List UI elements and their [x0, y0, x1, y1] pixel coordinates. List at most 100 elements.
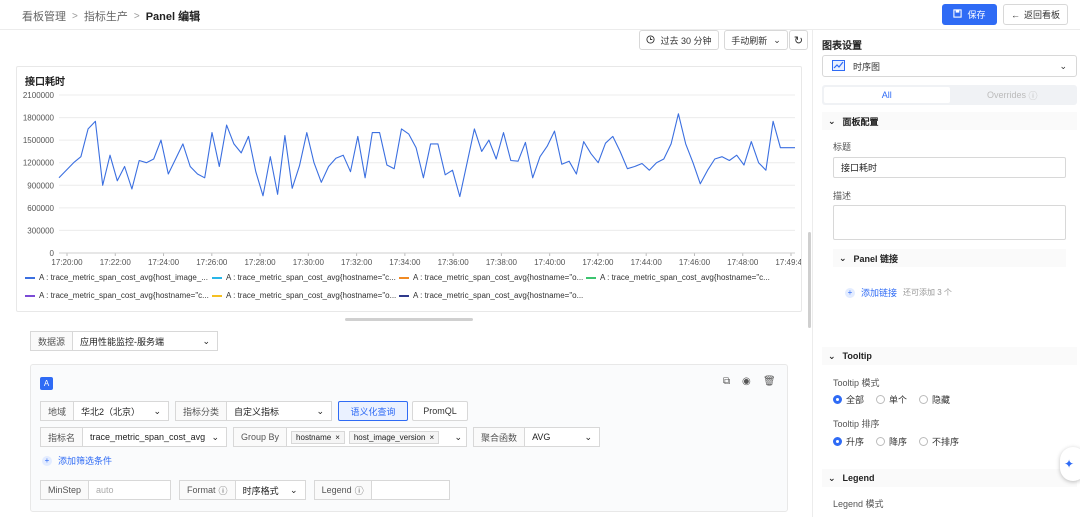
plus-icon: +	[845, 287, 855, 298]
radio-tooltip-all[interactable]: 全部	[833, 393, 864, 406]
minstep-input[interactable]: auto	[89, 480, 172, 500]
y-tick-label: 900000	[27, 181, 54, 190]
section-panel-link[interactable]: ⌄ Panel 链接	[833, 249, 1066, 267]
chevron-down-icon: ⌄	[828, 472, 836, 483]
x-tick-label: 17:44:00	[631, 258, 663, 267]
radio-tooltip-hidden[interactable]: 隐藏	[919, 393, 950, 406]
format-select[interactable]: 时序格式 ⌄	[235, 480, 306, 500]
legend-item[interactable]: A : trace_metric_span_cost_avg{hostname=…	[586, 273, 773, 282]
x-tick-label: 17:49:42	[775, 258, 801, 267]
y-tick-label: 1800000	[23, 114, 55, 123]
tooltip-sort-radios: 升序 降序 不排序	[833, 435, 959, 448]
help-icon[interactable]: ⓘ	[355, 484, 364, 497]
legend-item[interactable]: A : trace_metric_span_cost_avg{hostname=…	[399, 291, 586, 300]
chevron-down-icon: ⌄	[454, 431, 463, 442]
legend-swatch	[399, 276, 409, 279]
radio-sort-desc[interactable]: 降序	[876, 435, 907, 448]
radio-sort-asc[interactable]: 升序	[833, 435, 864, 448]
line-chart[interactable]: 0 300000 600000 900000 1200000 1500000 1800000…	[17, 85, 801, 270]
help-icon[interactable]: ⓘ	[219, 484, 228, 497]
breadcrumb-item-metrics[interactable]: 指标生产	[84, 8, 128, 24]
sparkle-icon: ✦	[1064, 457, 1075, 471]
copy-icon[interactable]: ⧉	[723, 376, 730, 387]
eye-icon[interactable]: ◉	[742, 376, 751, 387]
description-textarea[interactable]	[833, 205, 1066, 240]
y-tick-label: 1200000	[23, 159, 55, 168]
save-icon	[953, 9, 963, 20]
chevron-down-icon: ⌄	[153, 405, 162, 416]
legend-input[interactable]	[371, 480, 450, 500]
scrollbar[interactable]	[808, 232, 811, 328]
chart-type-value: 时序图	[853, 61, 881, 72]
x-tick-label: 17:42:00	[582, 258, 614, 267]
y-tick-label: 1500000	[23, 136, 55, 145]
promql-button[interactable]: PromQL	[412, 401, 469, 421]
settings-tabs: All Overrides ⓘ	[822, 85, 1077, 105]
groupby-tag-label: hostname	[296, 432, 332, 442]
chevron-down-icon: ⌄	[316, 405, 325, 416]
section-panel-link-label: Panel 链接	[853, 253, 899, 264]
semantic-query-button[interactable]: 语义化查询	[338, 401, 409, 421]
legend-swatch	[399, 294, 409, 297]
section-legend[interactable]: ⌄ Legend	[822, 469, 1077, 487]
tab-all[interactable]: All	[824, 87, 950, 103]
groupby-tag: hostname ×	[291, 430, 345, 444]
legend-item[interactable]: A : trace_metric_span_cost_avg{hostname=…	[212, 291, 399, 300]
legend-item[interactable]: A : trace_metric_span_cost_avg{hostname=…	[25, 291, 212, 300]
chevron-down-icon: ⌄	[584, 431, 593, 442]
refresh-mode-select[interactable]: 手动刷新 ⌄	[724, 30, 788, 50]
tooltip-mode-label: Tooltip 模式	[833, 378, 880, 388]
title-input[interactable]: 接口耗时	[833, 157, 1066, 178]
aggregation-label: 聚合函数	[473, 427, 526, 447]
chevron-down-icon: ⌄	[773, 34, 781, 45]
x-tick-label: 17:36:00	[438, 258, 470, 267]
legend-label: A : trace_metric_span_cost_avg{hostname=…	[226, 291, 397, 300]
save-button[interactable]: 保存	[942, 4, 997, 25]
trash-icon[interactable]: 🗑	[763, 376, 776, 387]
chevron-down-icon: ⌄	[202, 335, 211, 346]
chart-type-select[interactable]: 时序图 ⌄	[822, 55, 1077, 77]
ai-assistant-button[interactable]: ✦	[1060, 447, 1080, 481]
chevron-right-icon: >	[133, 10, 140, 22]
format-label: Format	[187, 485, 216, 495]
legend-item[interactable]: A : trace_metric_span_cost_avg{host_imag…	[25, 273, 212, 282]
metric-category-value: 自定义指标	[234, 406, 280, 417]
region-select[interactable]: 华北2（北京） ⌄	[74, 401, 170, 421]
aggregation-select[interactable]: AVG ⌄	[525, 427, 601, 447]
refresh-button[interactable]: ↻	[789, 30, 808, 50]
metric-name-select[interactable]: trace_metric_span_cost_avg ⌄	[83, 427, 228, 447]
x-tick-label: 17:28:00	[244, 258, 276, 267]
time-range-picker[interactable]: 过去 30 分钟	[639, 30, 719, 50]
legend-item[interactable]: A : trace_metric_span_cost_avg{hostname=…	[212, 273, 399, 282]
close-icon[interactable]: ×	[429, 433, 434, 442]
format-label-box: Format ⓘ	[179, 480, 236, 500]
tab-overrides[interactable]: Overrides ⓘ	[950, 87, 1076, 103]
metric-category-select[interactable]: 自定义指标 ⌄	[227, 401, 333, 421]
breadcrumb-item-dashboards[interactable]: 看板管理	[22, 8, 66, 24]
groupby-select[interactable]: hostname × host_image_version × ⌄	[287, 427, 468, 447]
close-icon[interactable]: ×	[335, 433, 340, 442]
x-tick-label: 17:48:00	[727, 258, 759, 267]
groupby-tag: host_image_version ×	[348, 430, 440, 444]
add-filter-label: 添加筛选条件	[58, 456, 113, 466]
radio-tooltip-single[interactable]: 单个	[876, 393, 907, 406]
legend-label: A : trace_metric_span_cost_avg{hostname=…	[226, 273, 396, 282]
query-badge[interactable]: A	[40, 377, 53, 390]
add-filter-button[interactable]: + 添加筛选条件	[42, 454, 112, 467]
y-tick-label: 300000	[27, 226, 54, 235]
section-panel-config[interactable]: ⌄ 面板配置	[822, 112, 1077, 130]
back-to-dashboard-button[interactable]: ← 返回看板	[1003, 4, 1068, 25]
add-link-button[interactable]: + 添加链接 还可添加 3 个	[845, 286, 952, 299]
datasource-select[interactable]: 应用性能监控-服务端 ⌄	[73, 331, 219, 351]
legend-row-1: A : trace_metric_span_cost_avg{host_imag…	[25, 273, 773, 282]
section-tooltip[interactable]: ⌄ Tooltip	[822, 347, 1077, 365]
radio-sort-none[interactable]: 不排序	[919, 435, 959, 448]
panel-resize-handle[interactable]	[345, 318, 473, 321]
radio-dot	[833, 395, 842, 404]
legend-swatch	[25, 294, 35, 297]
title-field-label: 标题	[833, 142, 852, 152]
section-tooltip-label: Tooltip	[842, 351, 872, 361]
refresh-icon: ↻	[793, 34, 804, 47]
legend-item[interactable]: A : trace_metric_span_cost_avg{hostname=…	[399, 273, 586, 282]
metric-name-label: 指标名	[40, 427, 84, 447]
